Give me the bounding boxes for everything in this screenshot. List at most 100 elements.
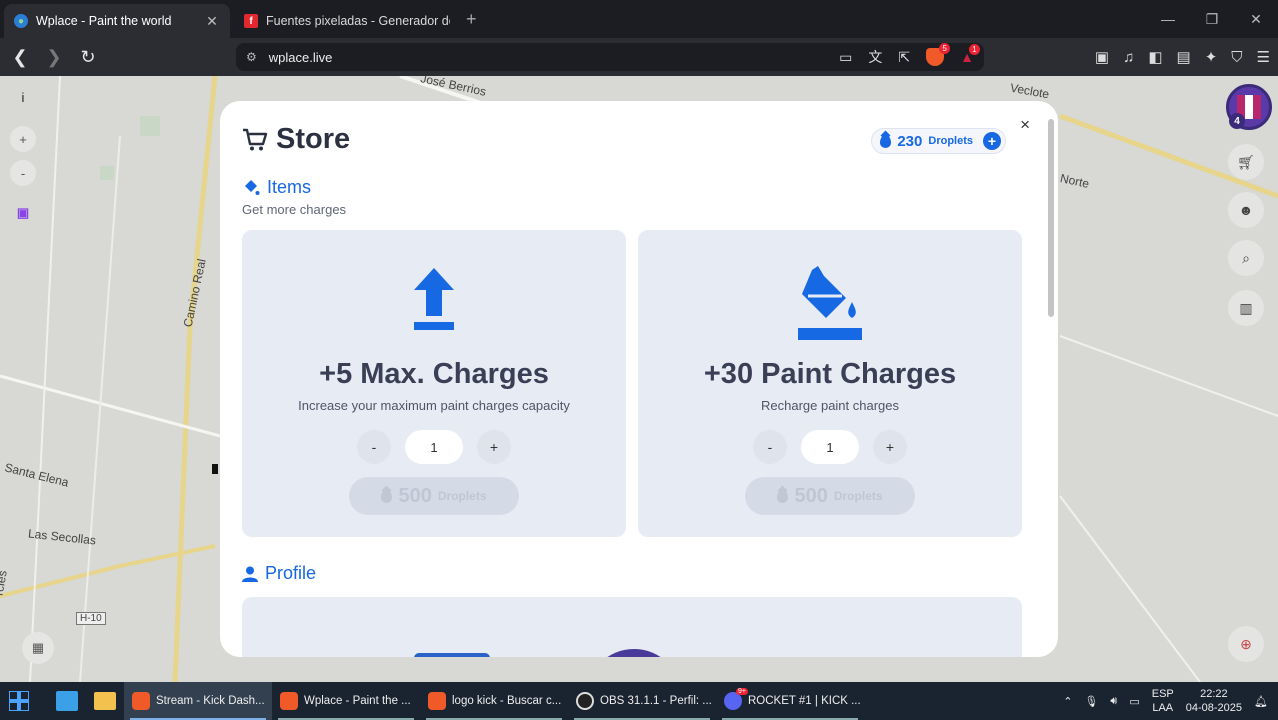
info-button[interactable]: i bbox=[10, 84, 36, 110]
menu-icon[interactable]: ☰ bbox=[1257, 48, 1270, 66]
store-modal: Store 230 Droplets + × Items Get more ch… bbox=[220, 101, 1058, 657]
leo-ai-icon[interactable]: ✦ bbox=[1205, 48, 1218, 66]
buy-button[interactable]: 500 Droplets bbox=[349, 477, 519, 515]
item-description: Recharge paint charges bbox=[760, 398, 900, 413]
search-globe-icon[interactable]: ⌕ bbox=[1228, 240, 1264, 276]
price-unit: Droplets bbox=[833, 489, 883, 503]
decrease-button[interactable]: - bbox=[753, 430, 787, 464]
music-icon[interactable]: ♫ bbox=[1123, 49, 1134, 66]
increase-button[interactable]: + bbox=[477, 430, 511, 464]
reload-icon[interactable]: ↻ bbox=[74, 43, 102, 71]
droplet-icon bbox=[880, 134, 892, 148]
brave-icon bbox=[428, 692, 446, 710]
translate-icon[interactable]: 文 bbox=[868, 47, 882, 67]
increase-button[interactable]: + bbox=[873, 430, 907, 464]
taskbar-app-discord[interactable]: 9+ ROCKET #1 | KICK ... bbox=[716, 682, 864, 720]
quantity-input[interactable]: 1 bbox=[405, 430, 463, 464]
fontawesome-f-icon: f bbox=[244, 14, 258, 28]
taskbar-app-wplace[interactable]: Wplace - Paint the ... bbox=[272, 682, 420, 720]
calculator-icon[interactable]: ▦ bbox=[22, 632, 54, 664]
system-tray: ⌃ 🎙︎ 🔊︎ ▭ ESP LAA 22:22 04-08-2025 🔔︎ bbox=[1063, 682, 1268, 720]
minimize-icon[interactable]: — bbox=[1146, 0, 1190, 38]
network-icon[interactable]: ▭ bbox=[1129, 695, 1139, 708]
alert-badge: 1 bbox=[969, 44, 980, 55]
droplets-amount: 230 bbox=[897, 132, 923, 150]
brave-shield-icon[interactable]: 5 bbox=[926, 43, 951, 66]
droplet-icon bbox=[381, 489, 393, 503]
brave-rewards-icon[interactable]: ▲ 1 bbox=[960, 44, 980, 65]
windows-start-icon[interactable] bbox=[0, 682, 38, 720]
new-tab-button[interactable]: + bbox=[466, 9, 477, 30]
quantity-input[interactable]: 1 bbox=[801, 430, 859, 464]
window-controls: — ❐ ✕ bbox=[1146, 0, 1278, 38]
clock[interactable]: 22:22 04-08-2025 bbox=[1186, 687, 1242, 715]
profile-button[interactable] bbox=[414, 653, 490, 657]
quantity-stepper: - 1 + bbox=[242, 430, 626, 464]
leaderboard-icon[interactable]: ▥ bbox=[1228, 290, 1264, 326]
sidebar-icon[interactable]: ◧ bbox=[1148, 48, 1162, 66]
cart-icon bbox=[243, 128, 268, 150]
chevron-up-icon[interactable]: ⌃ bbox=[1063, 695, 1072, 708]
taskbar: Stream - Kick Dash... Wplace - Paint the… bbox=[0, 682, 1278, 720]
zoom-in-button[interactable]: + bbox=[10, 126, 36, 152]
taskbar-app-label: Stream - Kick Dash... bbox=[156, 695, 265, 707]
address-bar[interactable]: ⚙ wplace.live ▭ 文 ⇱ 5 ▲ 1 bbox=[236, 43, 984, 71]
microphone-icon[interactable]: 🎙︎ bbox=[1084, 695, 1098, 708]
close-modal-button[interactable]: × bbox=[1020, 115, 1030, 135]
taskbar-app-obs[interactable]: OBS 31.1.1 - Perfil: ... bbox=[568, 682, 716, 720]
twitch-icon[interactable]: ▣ bbox=[10, 200, 36, 226]
avatar[interactable]: 4 bbox=[1226, 84, 1272, 130]
upload-arrow-icon bbox=[414, 268, 454, 330]
discord-badge: 9+ bbox=[736, 688, 748, 695]
store-cart-icon[interactable]: 🛒︎ bbox=[1228, 144, 1264, 180]
profile-card bbox=[242, 597, 1022, 657]
items-section-header: Items bbox=[242, 177, 311, 198]
taskbar-app-label: logo kick - Buscar c... bbox=[452, 695, 562, 707]
task-view-icon[interactable] bbox=[48, 682, 86, 720]
forward-icon[interactable]: ❯ bbox=[40, 43, 68, 71]
price: 500 bbox=[398, 484, 432, 507]
share-icon[interactable]: ⇱ bbox=[898, 49, 910, 66]
tab-wplace[interactable]: ● Wplace - Paint the world ✕ bbox=[4, 4, 230, 38]
item-description: Increase your maximum paint charges capa… bbox=[298, 398, 570, 413]
item-name: +5 Max. Charges bbox=[319, 358, 549, 390]
add-droplets-button[interactable]: + bbox=[983, 132, 1001, 150]
site-settings-icon[interactable]: ⚙ bbox=[246, 50, 257, 64]
vpn-icon[interactable]: ⛉ bbox=[1231, 49, 1242, 66]
restore-icon[interactable]: ❐ bbox=[1190, 0, 1234, 38]
price: 500 bbox=[794, 484, 828, 507]
profile-title: Profile bbox=[265, 563, 317, 583]
profile-avatar bbox=[586, 649, 682, 657]
tab-title: Fuentes pixeladas - Generador de fue bbox=[266, 14, 450, 28]
store-title: Store bbox=[276, 123, 351, 155]
taskbar-app-logo-kick[interactable]: logo kick - Buscar c... bbox=[420, 682, 568, 720]
url-text: wplace.live bbox=[268, 49, 333, 65]
locate-icon[interactable]: ⊕ bbox=[1228, 626, 1264, 662]
omnibox-actions: ▭ 文 ⇱ 5 ▲ 1 bbox=[839, 43, 980, 71]
lang-bottom: LAA bbox=[1152, 702, 1174, 714]
language-indicator[interactable]: ESP LAA bbox=[1152, 687, 1174, 715]
reader-mode-icon[interactable]: ▣ bbox=[1095, 48, 1109, 66]
file-explorer-icon[interactable] bbox=[86, 682, 124, 720]
close-window-icon[interactable]: ✕ bbox=[1234, 0, 1278, 38]
item-card-paint-charges: +30 Paint Charges Recharge paint charges… bbox=[638, 230, 1022, 537]
buy-button[interactable]: 500 Droplets bbox=[745, 477, 915, 515]
taskbar-app-label: ROCKET #1 | KICK ... bbox=[748, 695, 861, 707]
close-tab-icon[interactable]: ✕ bbox=[204, 13, 220, 30]
item-name: +30 Paint Charges bbox=[703, 358, 957, 390]
wallet-icon[interactable]: ▤ bbox=[1177, 48, 1191, 66]
zoom-out-button[interactable]: - bbox=[10, 160, 36, 186]
volume-icon[interactable]: 🔊︎ bbox=[1110, 695, 1117, 708]
cast-icon[interactable]: ▭ bbox=[839, 49, 852, 66]
notification-bell-icon[interactable]: 🔔︎ bbox=[1254, 695, 1268, 708]
globe-icon: ● bbox=[14, 14, 28, 28]
map-label: H-10 bbox=[76, 612, 106, 625]
screen: ● Wplace - Paint the world ✕ f Fuentes p… bbox=[0, 0, 1278, 720]
tab-fuentes[interactable]: f Fuentes pixeladas - Generador de fue bbox=[234, 4, 460, 38]
back-icon[interactable]: ❮ bbox=[6, 43, 34, 71]
users-icon[interactable]: ☻ bbox=[1228, 192, 1264, 228]
browser-tab-bar: ● Wplace - Paint the world ✕ f Fuentes p… bbox=[0, 0, 1278, 38]
taskbar-app-stream[interactable]: Stream - Kick Dash... bbox=[124, 682, 272, 720]
modal-scrollbar[interactable] bbox=[1048, 119, 1054, 317]
decrease-button[interactable]: - bbox=[357, 430, 391, 464]
